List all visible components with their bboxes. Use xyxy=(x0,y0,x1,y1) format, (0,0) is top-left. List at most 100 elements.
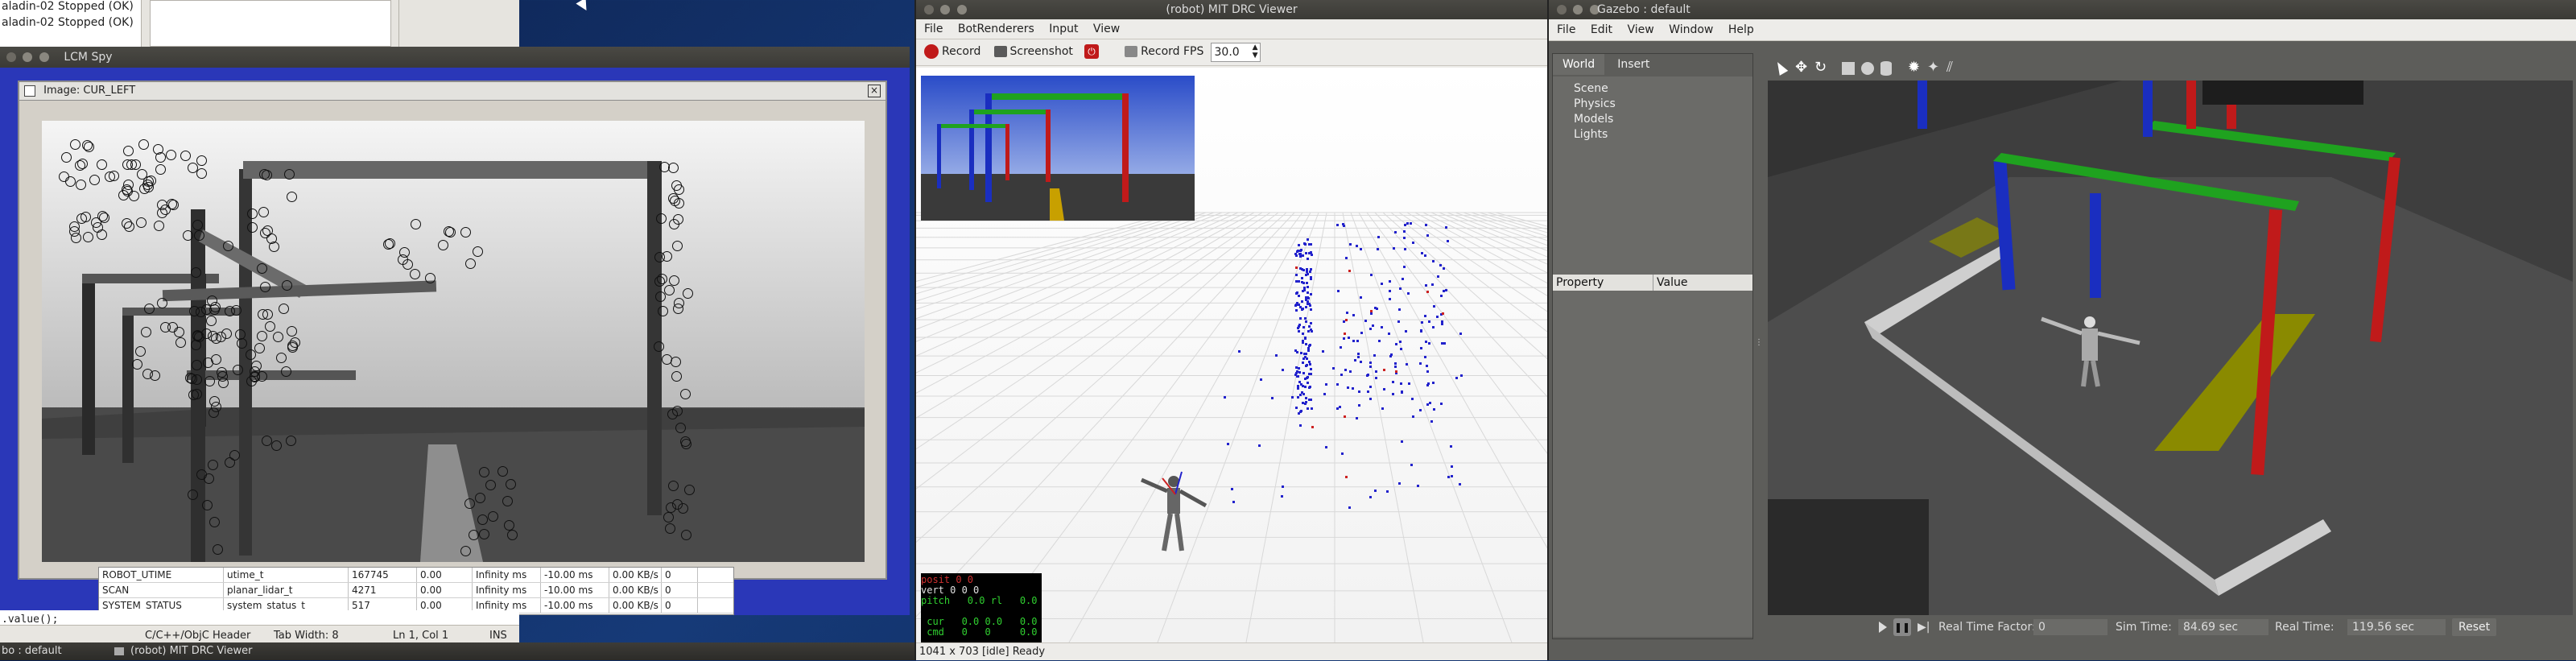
maximize-icon[interactable] xyxy=(956,5,967,14)
minimize-icon[interactable] xyxy=(940,5,951,14)
menu-botrenderers[interactable]: BotRenderers xyxy=(958,23,1034,35)
tree-item-lights[interactable]: Lights xyxy=(1553,127,1752,143)
cloud-point xyxy=(1307,347,1311,350)
cloud-point xyxy=(1410,463,1413,466)
splitter-handle-right[interactable]: ⋮ xyxy=(2573,338,2576,354)
menu-help[interactable]: Help xyxy=(1728,23,1754,36)
cloud-point xyxy=(1271,396,1274,399)
cloud-point xyxy=(1399,347,1402,350)
tab-insert[interactable]: Insert xyxy=(1608,54,1659,75)
spinner-icon[interactable]: ▲ ▼ xyxy=(1253,43,1258,60)
cloud-point xyxy=(1345,311,1348,314)
cloud-point xyxy=(1348,269,1352,272)
tree-item-scene[interactable]: Scene xyxy=(1553,81,1752,97)
cloud-point xyxy=(1460,374,1463,377)
rotate-tool-icon[interactable]: ↻ xyxy=(1814,60,1827,76)
menu-view[interactable]: View xyxy=(1627,23,1653,36)
drc-3d-view[interactable]: posit 0 0 vert 0 0 0 pitch 0.0 rl 0.0 cur … xyxy=(916,68,1549,642)
point-light-icon[interactable]: ✹ xyxy=(1908,60,1920,76)
menu-edit[interactable]: Edit xyxy=(1591,23,1612,36)
cloud-point xyxy=(1340,452,1344,456)
cloud-point xyxy=(1341,223,1344,226)
feature-point xyxy=(97,229,107,240)
cloud-point xyxy=(1357,356,1360,358)
close-icon[interactable] xyxy=(6,52,16,62)
pause-icon[interactable]: ❚❚ xyxy=(1893,618,1911,636)
power-button[interactable]: ⏻ xyxy=(1084,42,1100,61)
table-cell: 0.00 KB/s xyxy=(609,598,662,613)
cloud-point xyxy=(1307,381,1310,384)
feature-point xyxy=(287,191,297,202)
cloud-point xyxy=(1301,333,1304,335)
cloud-point xyxy=(1305,357,1308,360)
table-row[interactable]: ROBOT_UTIME utime_t 167745 0.00 Infinity ms -… xyxy=(99,568,733,583)
cloud-point xyxy=(1310,407,1313,410)
cloud-point xyxy=(1298,371,1301,374)
cloud-point xyxy=(1340,374,1343,377)
menu-file[interactable]: File xyxy=(1557,23,1575,36)
cloud-point xyxy=(1295,280,1298,283)
taskbar-item[interactable]: (robot) MIT DRC Viewer xyxy=(130,642,253,660)
feature-point xyxy=(671,241,683,252)
cloud-point xyxy=(1301,277,1304,280)
menu-window[interactable]: Window xyxy=(1669,23,1713,36)
record-fps-input[interactable]: 30.0 ▲ ▼ xyxy=(1210,42,1261,62)
minimize-icon[interactable] xyxy=(23,52,33,62)
table-row[interactable]: SCAN planar_lidar_t 4271 0.00 Infinity ms -10… xyxy=(99,583,733,598)
table-cell: 0.00 KB/s xyxy=(609,568,662,582)
box-shape-icon[interactable] xyxy=(1842,62,1855,75)
menu-file[interactable]: File xyxy=(924,23,943,35)
cloud-point xyxy=(1307,349,1310,353)
tab-world[interactable]: World xyxy=(1553,54,1605,75)
cloud-point xyxy=(1400,382,1403,386)
cloud-point xyxy=(1367,390,1370,393)
minimize-icon[interactable] xyxy=(1573,5,1583,14)
cloud-point xyxy=(1416,484,1419,487)
cloud-point xyxy=(1301,300,1304,303)
translate-tool-icon[interactable]: ✥ xyxy=(1795,60,1807,76)
cloud-point xyxy=(1373,306,1377,309)
feature-point xyxy=(208,304,220,316)
tree-item-models[interactable]: Models xyxy=(1553,112,1752,127)
spot-light-icon[interactable]: ✦ xyxy=(1927,60,1939,76)
maximize-icon[interactable] xyxy=(39,52,49,62)
world-tree: Scene Physics Models Lights xyxy=(1553,76,1752,275)
select-tool-icon[interactable] xyxy=(1773,60,1789,76)
play-icon[interactable] xyxy=(1879,622,1887,633)
feature-point xyxy=(204,375,215,386)
tree-item-physics[interactable]: Physics xyxy=(1553,97,1752,112)
feature-point xyxy=(437,239,448,250)
close-icon[interactable] xyxy=(924,5,934,14)
directional-light-icon[interactable]: ⫽ xyxy=(1946,60,1953,76)
gazebo-toolbar: ✥ ↻ ✹ ✦ ⫽ xyxy=(1768,56,2573,81)
feature-point xyxy=(192,220,203,231)
cloud-point xyxy=(1308,343,1311,346)
cloud-point xyxy=(1300,352,1303,355)
cloud-point xyxy=(1400,391,1403,395)
cloud-point xyxy=(1309,251,1312,254)
sphere-shape-icon[interactable] xyxy=(1861,62,1874,75)
gazebo-3d-scene[interactable] xyxy=(1768,81,2573,615)
splitter-handle[interactable]: ⋮ xyxy=(1755,338,1763,354)
cloud-point xyxy=(1303,337,1307,341)
cloud-point xyxy=(1436,275,1439,278)
step-icon[interactable]: ▶| xyxy=(1918,618,1930,636)
cloud-point xyxy=(1459,482,1462,485)
cloud-point xyxy=(1260,378,1263,382)
menu-view[interactable]: View xyxy=(1093,23,1120,35)
feature-point xyxy=(212,543,223,555)
menu-input[interactable]: Input xyxy=(1049,23,1078,35)
close-icon[interactable]: × xyxy=(868,85,881,97)
feature-point xyxy=(196,155,208,166)
screenshot-button[interactable]: Screenshot xyxy=(993,42,1073,61)
close-icon[interactable] xyxy=(1557,5,1567,14)
cloud-point xyxy=(1295,366,1298,370)
cylinder-shape-icon[interactable] xyxy=(1880,61,1892,76)
feature-point xyxy=(682,288,693,300)
cloud-point xyxy=(1432,305,1435,308)
taskbar-item[interactable]: bo : default xyxy=(2,642,62,660)
cloud-point xyxy=(1232,501,1235,504)
cloud-point xyxy=(1297,244,1300,247)
reset-button[interactable]: Reset xyxy=(2452,618,2497,636)
record-button[interactable]: Record xyxy=(924,42,980,61)
